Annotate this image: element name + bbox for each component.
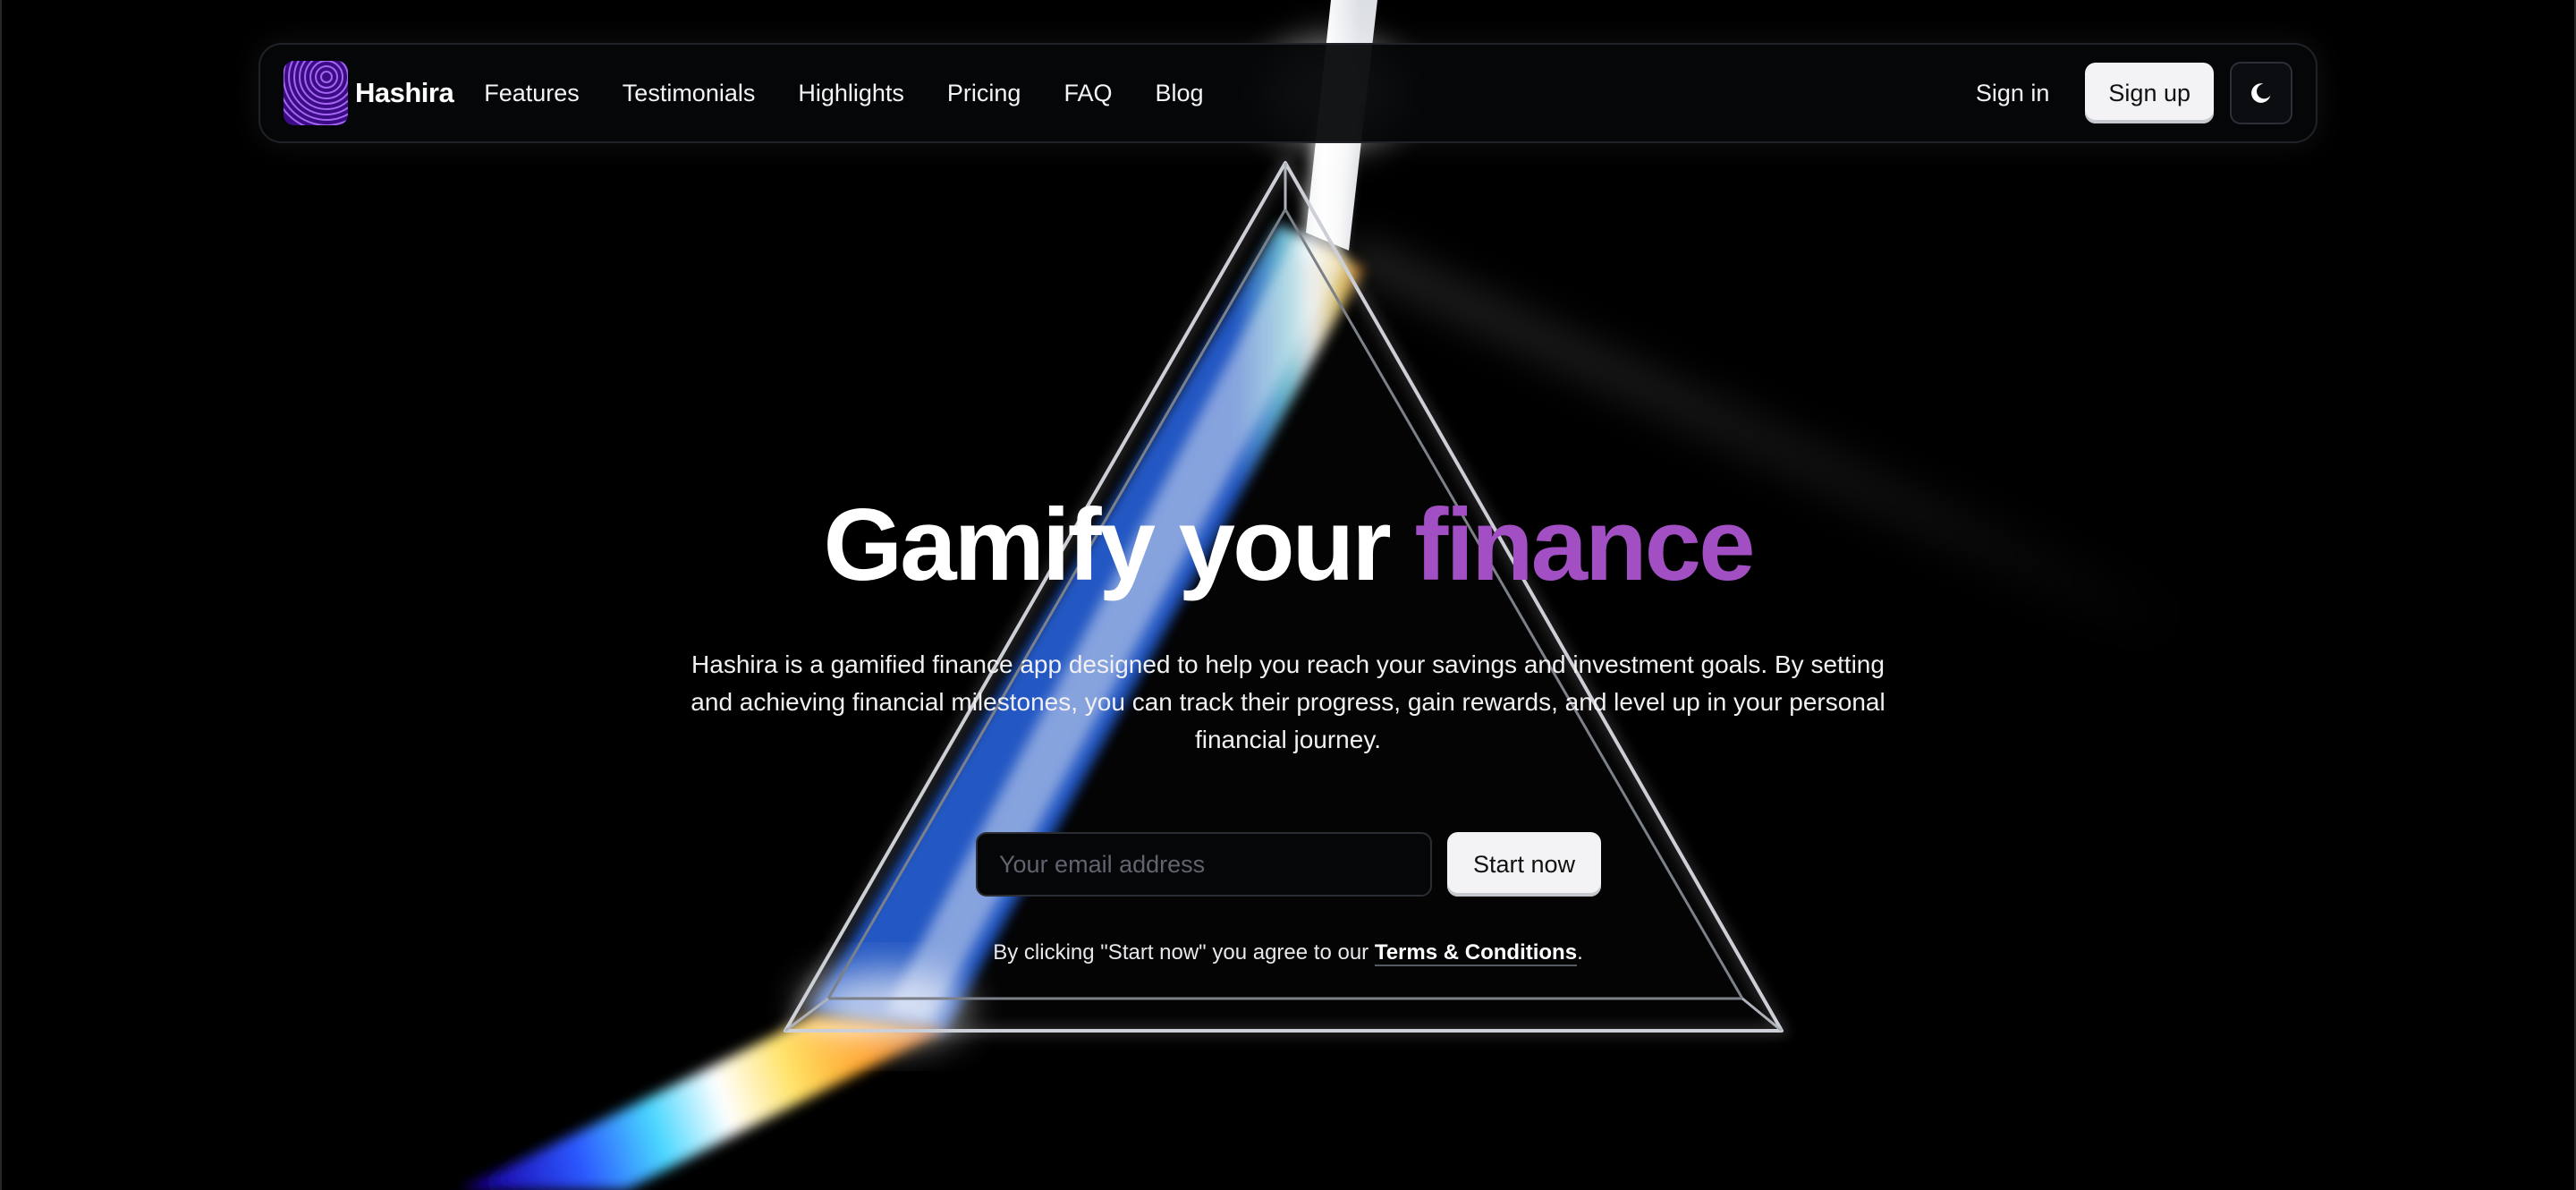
brand[interactable]: Hashira	[284, 61, 454, 125]
fingerprint-icon	[284, 61, 348, 125]
hero-title: Gamify your finance	[0, 483, 2576, 608]
email-input[interactable]	[976, 832, 1432, 897]
sign-in-link[interactable]: Sign in	[1976, 80, 2050, 107]
sign-up-button[interactable]: Sign up	[2085, 63, 2214, 123]
terms-link[interactable]: Terms & Conditions	[1374, 940, 1578, 966]
start-now-button[interactable]: Start now	[1447, 832, 1601, 897]
nav-link-testimonials[interactable]: Testimonials	[623, 80, 756, 107]
hero-description: Hashira is a gamified finance app design…	[691, 650, 1885, 753]
nav-link-faq[interactable]: FAQ	[1063, 80, 1112, 107]
terms-prefix: By clicking "Start now" you agree to our	[993, 940, 1375, 965]
terms-notice: By clicking "Start now" you agree to our…	[0, 940, 2576, 966]
top-navbar: Hashira Features Testimonials Highlights…	[258, 43, 2318, 143]
moon-icon	[2251, 83, 2271, 103]
brand-name: Hashira	[355, 77, 454, 108]
nav-link-features[interactable]: Features	[484, 80, 580, 107]
nav-link-blog[interactable]: Blog	[1155, 80, 1203, 107]
nav-links: Features Testimonials Highlights Pricing…	[462, 80, 1224, 107]
terms-suffix: .	[1577, 940, 1583, 965]
nav-actions: Sign in Sign up	[1976, 62, 2292, 124]
hero-title-accent: finance	[1414, 489, 1755, 602]
nav-link-pricing[interactable]: Pricing	[947, 80, 1021, 107]
theme-toggle-button[interactable]	[2230, 62, 2292, 124]
hero-title-lead: Gamify your	[823, 489, 1392, 602]
nav-link-highlights[interactable]: Highlights	[798, 80, 904, 107]
